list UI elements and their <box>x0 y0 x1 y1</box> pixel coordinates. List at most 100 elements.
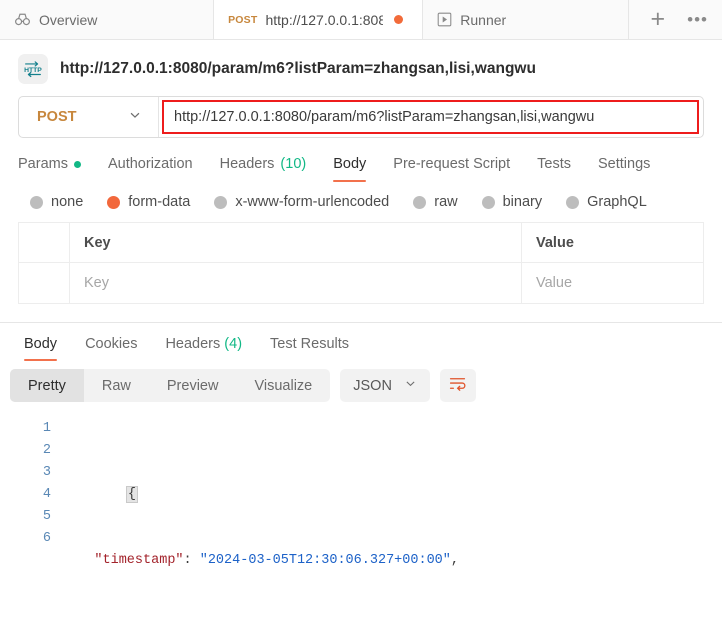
radio-icon <box>30 195 43 209</box>
json-open-brace: { <box>125 486 138 503</box>
request-tab-params-label: Params <box>18 156 68 172</box>
table-header-key: Key <box>70 223 522 262</box>
tab-overview-label: Overview <box>39 11 98 28</box>
body-type-raw[interactable]: raw <box>413 194 458 210</box>
line-number: 4 <box>42 487 51 502</box>
wrap-text-icon <box>448 374 467 398</box>
tab-method-label: POST <box>228 13 258 26</box>
response-json-code: { "timestamp": "2024-03-05T12:30:06.327+… <box>62 418 722 618</box>
response-tab-cookies[interactable]: Cookies <box>85 336 137 361</box>
radio-icon <box>566 195 580 209</box>
http-method-select[interactable]: POST <box>19 97 159 137</box>
body-type-binary[interactable]: binary <box>481 194 543 210</box>
body-type-options: none form-data x-www-form-urlencoded raw… <box>0 182 722 222</box>
tab-overflow-menu-button[interactable]: ••• <box>687 11 708 28</box>
params-indicator-dot-icon <box>73 160 81 168</box>
response-tab-headers-label: Headers <box>165 336 221 352</box>
line-number: 3 <box>42 465 51 480</box>
response-tab-headers-count: (4) <box>224 336 243 352</box>
response-tab-body-label: Body <box>24 336 58 352</box>
request-name-row: HTTP http://127.0.0.1:8080/param/m6?list… <box>0 40 722 94</box>
request-tab-body-label: Body <box>333 156 367 172</box>
row-key-input[interactable]: Key <box>70 263 522 303</box>
request-tab-headers[interactable]: Headers (10) <box>220 156 322 182</box>
json-value-timestamp: "2024-03-05T12:30:06.327+00:00" <box>199 553 451 568</box>
response-view-mode-group: Pretty Raw Preview Visualize <box>10 369 331 402</box>
code-line-open-brace: { <box>62 462 722 503</box>
radio-icon <box>481 195 495 209</box>
request-tab-pre-request-script-label: Pre-request Script <box>393 156 511 172</box>
response-tab-headers[interactable]: Headers (4) <box>165 336 242 361</box>
url-bar-wrapper: POST http://127.0.0.1:8080/param/m6?list… <box>0 94 722 138</box>
url-input[interactable]: http://127.0.0.1:8080/param/m6?listParam… <box>162 100 699 134</box>
line-number: 2 <box>42 443 51 458</box>
body-type-graphql[interactable]: GraphQL <box>566 194 647 210</box>
radio-icon <box>413 195 427 209</box>
view-mode-preview[interactable]: Preview <box>149 369 237 402</box>
body-type-none-label: none <box>51 194 84 210</box>
url-input-value: http://127.0.0.1:8080/param/m6?listParam… <box>174 109 595 125</box>
line-number: 6 <box>42 531 51 546</box>
request-tab-settings[interactable]: Settings <box>598 156 665 182</box>
body-type-x-www-form-urlencoded[interactable]: x-www-form-urlencoded <box>214 194 389 210</box>
json-key-timestamp: "timestamp" <box>94 553 184 568</box>
request-name-label: http://127.0.0.1:8080/param/m6?listParam… <box>60 60 536 77</box>
code-line-timestamp: "timestamp": "2024-03-05T12:30:06.327+00… <box>62 550 722 572</box>
response-body-viewer[interactable]: 1 2 3 4 5 6 { "timestamp": "2024-03-05T1… <box>0 410 722 618</box>
request-tab-settings-label: Settings <box>597 156 651 172</box>
tab-request-post[interactable]: POST http://127.0.0.1:8080/p <box>214 0 424 39</box>
tab-request-url: http://127.0.0.1:8080/p <box>265 11 384 28</box>
table-row[interactable]: Key Value <box>19 263 703 303</box>
response-tab-test-results-label: Test Results <box>270 336 350 352</box>
chevron-down-icon <box>404 377 417 394</box>
response-format-label: JSON <box>353 377 392 394</box>
request-tab-tests[interactable]: Tests <box>537 156 586 182</box>
request-tab-pre-request-script[interactable]: Pre-request Script <box>393 156 525 182</box>
body-type-graphql-label: GraphQL <box>587 194 647 210</box>
radio-icon <box>214 195 228 209</box>
response-format-select[interactable]: JSON <box>340 369 430 402</box>
wrap-text-button[interactable] <box>439 369 476 402</box>
request-tab-tests-label: Tests <box>537 156 571 172</box>
request-tab-authorization-label: Authorization <box>107 156 193 172</box>
url-bar: POST http://127.0.0.1:8080/param/m6?list… <box>18 96 704 138</box>
body-type-binary-label: binary <box>502 194 543 210</box>
form-data-table: Key Value Key Value <box>18 222 704 304</box>
tab-runner[interactable]: Runner <box>423 0 629 39</box>
view-mode-raw[interactable]: Raw <box>84 369 149 402</box>
postman-window: Overview POST http://127.0.0.1:8080/p Ru… <box>0 0 722 618</box>
play-square-icon <box>437 12 452 27</box>
body-type-raw-label: raw <box>434 194 458 210</box>
view-mode-pretty[interactable]: Pretty <box>10 369 84 402</box>
json-colon: : <box>183 553 200 568</box>
tab-runner-label: Runner <box>460 11 507 28</box>
body-type-form-data[interactable]: form-data <box>107 194 190 210</box>
request-section-tabs: Params Authorization Headers (10) Body P… <box>0 138 722 182</box>
tab-bar-actions: + ••• <box>629 0 722 39</box>
body-type-form-data-label: form-data <box>128 194 191 210</box>
view-mode-visualize[interactable]: Visualize <box>236 369 330 402</box>
json-comma: , <box>450 553 459 568</box>
request-tab-body[interactable]: Body <box>333 156 381 182</box>
response-tab-test-results[interactable]: Test Results <box>270 336 349 361</box>
request-tab-params[interactable]: Params <box>18 156 96 182</box>
new-tab-button[interactable]: + <box>651 7 666 32</box>
http-protocol-icon: HTTP <box>18 54 48 84</box>
response-tab-body[interactable]: Body <box>24 336 58 361</box>
unsaved-dot-icon <box>394 15 404 24</box>
request-tab-authorization[interactable]: Authorization <box>108 156 208 182</box>
http-method-label: POST <box>37 109 77 125</box>
table-header-row: Key Value <box>19 223 703 263</box>
chevron-down-icon <box>128 108 142 127</box>
request-tab-headers-count: (10) <box>280 156 307 172</box>
request-tab-headers-label: Headers <box>219 156 275 172</box>
tab-overview[interactable]: Overview <box>0 0 215 39</box>
response-section-tabs: Body Cookies Headers (4) Test Results <box>0 323 722 361</box>
line-number-gutter: 1 2 3 4 5 6 <box>0 418 62 618</box>
row-value-input[interactable]: Value <box>522 263 703 303</box>
row-checkbox-cell[interactable] <box>19 263 70 303</box>
response-tab-cookies-label: Cookies <box>85 336 138 352</box>
table-header-value: Value <box>536 234 574 251</box>
body-type-none[interactable]: none <box>30 194 83 210</box>
radio-selected-icon <box>107 195 121 209</box>
